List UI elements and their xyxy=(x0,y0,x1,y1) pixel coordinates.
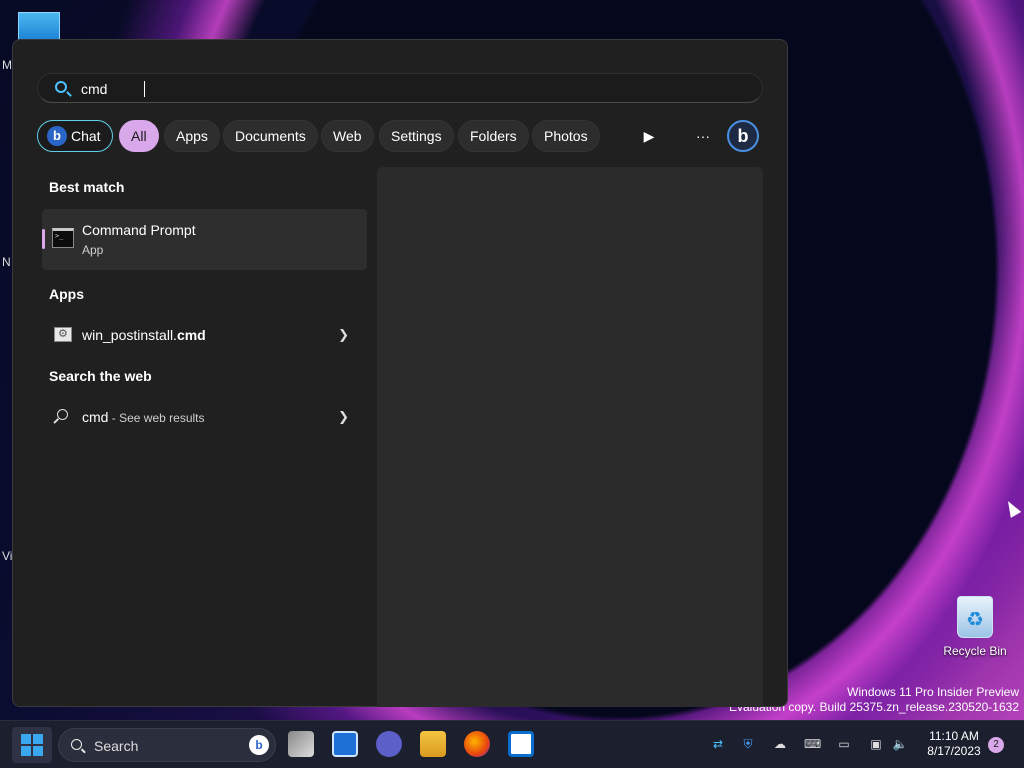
microsoft-store-icon[interactable] xyxy=(508,731,534,757)
web-result-label: cmd - See web results xyxy=(82,409,205,425)
filter-photos[interactable]: Photos xyxy=(532,120,600,152)
best-match-name: Command Prompt xyxy=(82,222,196,238)
search-box[interactable] xyxy=(37,73,763,103)
filter-photos-label: Photos xyxy=(544,128,588,144)
filter-chat-label: Chat xyxy=(71,128,101,144)
firefox-icon[interactable] xyxy=(464,731,490,757)
web-search-icon xyxy=(57,409,68,420)
filter-apps-label: Apps xyxy=(176,128,208,144)
search-web-heading: Search the web xyxy=(49,368,152,384)
apps-heading: Apps xyxy=(49,286,84,302)
filter-documents-label: Documents xyxy=(235,128,306,144)
text-caret xyxy=(144,81,145,97)
start-search-panel: b Chat All Apps Documents Web Settings F… xyxy=(12,39,788,707)
filter-all-label: All xyxy=(131,128,147,144)
play-icon[interactable]: ▶ xyxy=(637,124,661,148)
more-options-icon[interactable]: ··· xyxy=(691,124,715,148)
taskbar-search-label: Search xyxy=(94,738,139,754)
filter-settings[interactable]: Settings xyxy=(379,120,454,152)
selection-indicator xyxy=(42,229,45,249)
filter-web[interactable]: Web xyxy=(321,120,374,152)
recycle-bin-label: Recycle Bin xyxy=(943,644,1007,658)
bing-icon: b xyxy=(249,735,269,755)
search-icon xyxy=(55,81,67,93)
recycle-bin-shortcut[interactable]: Recycle Bin xyxy=(940,596,1010,658)
defender-shield-icon[interactable]: ⛨ xyxy=(740,737,756,751)
system-clock[interactable]: 11:10 AM 8/17/2023 xyxy=(918,729,990,759)
filter-documents[interactable]: Documents xyxy=(223,120,318,152)
desktop-icon-label-3: Vi xyxy=(2,549,13,563)
file-explorer-icon[interactable] xyxy=(420,731,446,757)
desktop-icon-label-1: M xyxy=(2,58,12,72)
task-view-icon[interactable] xyxy=(288,731,314,757)
filter-chat[interactable]: b Chat xyxy=(37,120,113,152)
command-prompt-icon xyxy=(52,228,74,248)
bing-icon[interactable]: b xyxy=(727,120,759,152)
script-file-icon xyxy=(54,327,72,342)
desktop-icon-label-2: N xyxy=(2,255,11,269)
best-match-item[interactable]: Command Prompt App xyxy=(42,209,367,270)
clock-time: 11:10 AM xyxy=(929,729,979,743)
preview-pane xyxy=(377,167,763,707)
notification-badge[interactable]: 2 xyxy=(988,737,1004,753)
clock-date: 8/17/2023 xyxy=(927,744,981,758)
best-match-heading: Best match xyxy=(49,179,125,195)
chevron-right-icon[interactable]: ❯ xyxy=(338,409,349,425)
app-result-label: win_postinstall.cmd xyxy=(82,327,206,343)
bing-chat-icon: b xyxy=(47,126,67,146)
recycle-bin-icon xyxy=(957,596,993,638)
filter-folders-label: Folders xyxy=(470,128,517,144)
web-result-item[interactable]: cmd - See web results ❯ xyxy=(42,399,367,435)
app-result-item[interactable]: win_postinstall.cmd ❯ xyxy=(42,317,367,353)
sync-icon[interactable]: ⇄ xyxy=(710,737,726,751)
teams-chat-icon[interactable] xyxy=(376,731,402,757)
filter-settings-label: Settings xyxy=(391,128,442,144)
network-icon[interactable]: ▣ xyxy=(868,737,884,751)
taskbar-search[interactable]: Search b xyxy=(58,728,276,762)
volume-icon[interactable]: 🔈 xyxy=(892,737,908,751)
search-input[interactable] xyxy=(81,79,681,99)
filter-folders[interactable]: Folders xyxy=(458,120,529,152)
filter-chips: b Chat All Apps Documents Web Settings F… xyxy=(37,120,767,152)
best-match-type: App xyxy=(82,243,104,257)
keyboard-icon[interactable]: ⌨ xyxy=(804,737,821,751)
start-button[interactable] xyxy=(12,727,52,763)
filter-all[interactable]: All xyxy=(119,120,159,152)
chevron-right-icon[interactable]: ❯ xyxy=(338,327,349,343)
cloud-offline-icon[interactable]: ☁ xyxy=(772,737,788,751)
desktop-shortcut-icon[interactable] xyxy=(18,12,60,40)
taskbar: Search b ⇄ ⛨ ☁ ⌨ ▭ ▣ 🔈 11:10 AM 8/17/202… xyxy=(0,720,1024,768)
windows-logo-icon xyxy=(21,734,31,744)
filter-apps[interactable]: Apps xyxy=(164,120,220,152)
widgets-icon[interactable] xyxy=(332,731,358,757)
display-icon[interactable]: ▭ xyxy=(836,737,852,751)
search-icon xyxy=(71,739,82,750)
filter-web-label: Web xyxy=(333,128,362,144)
